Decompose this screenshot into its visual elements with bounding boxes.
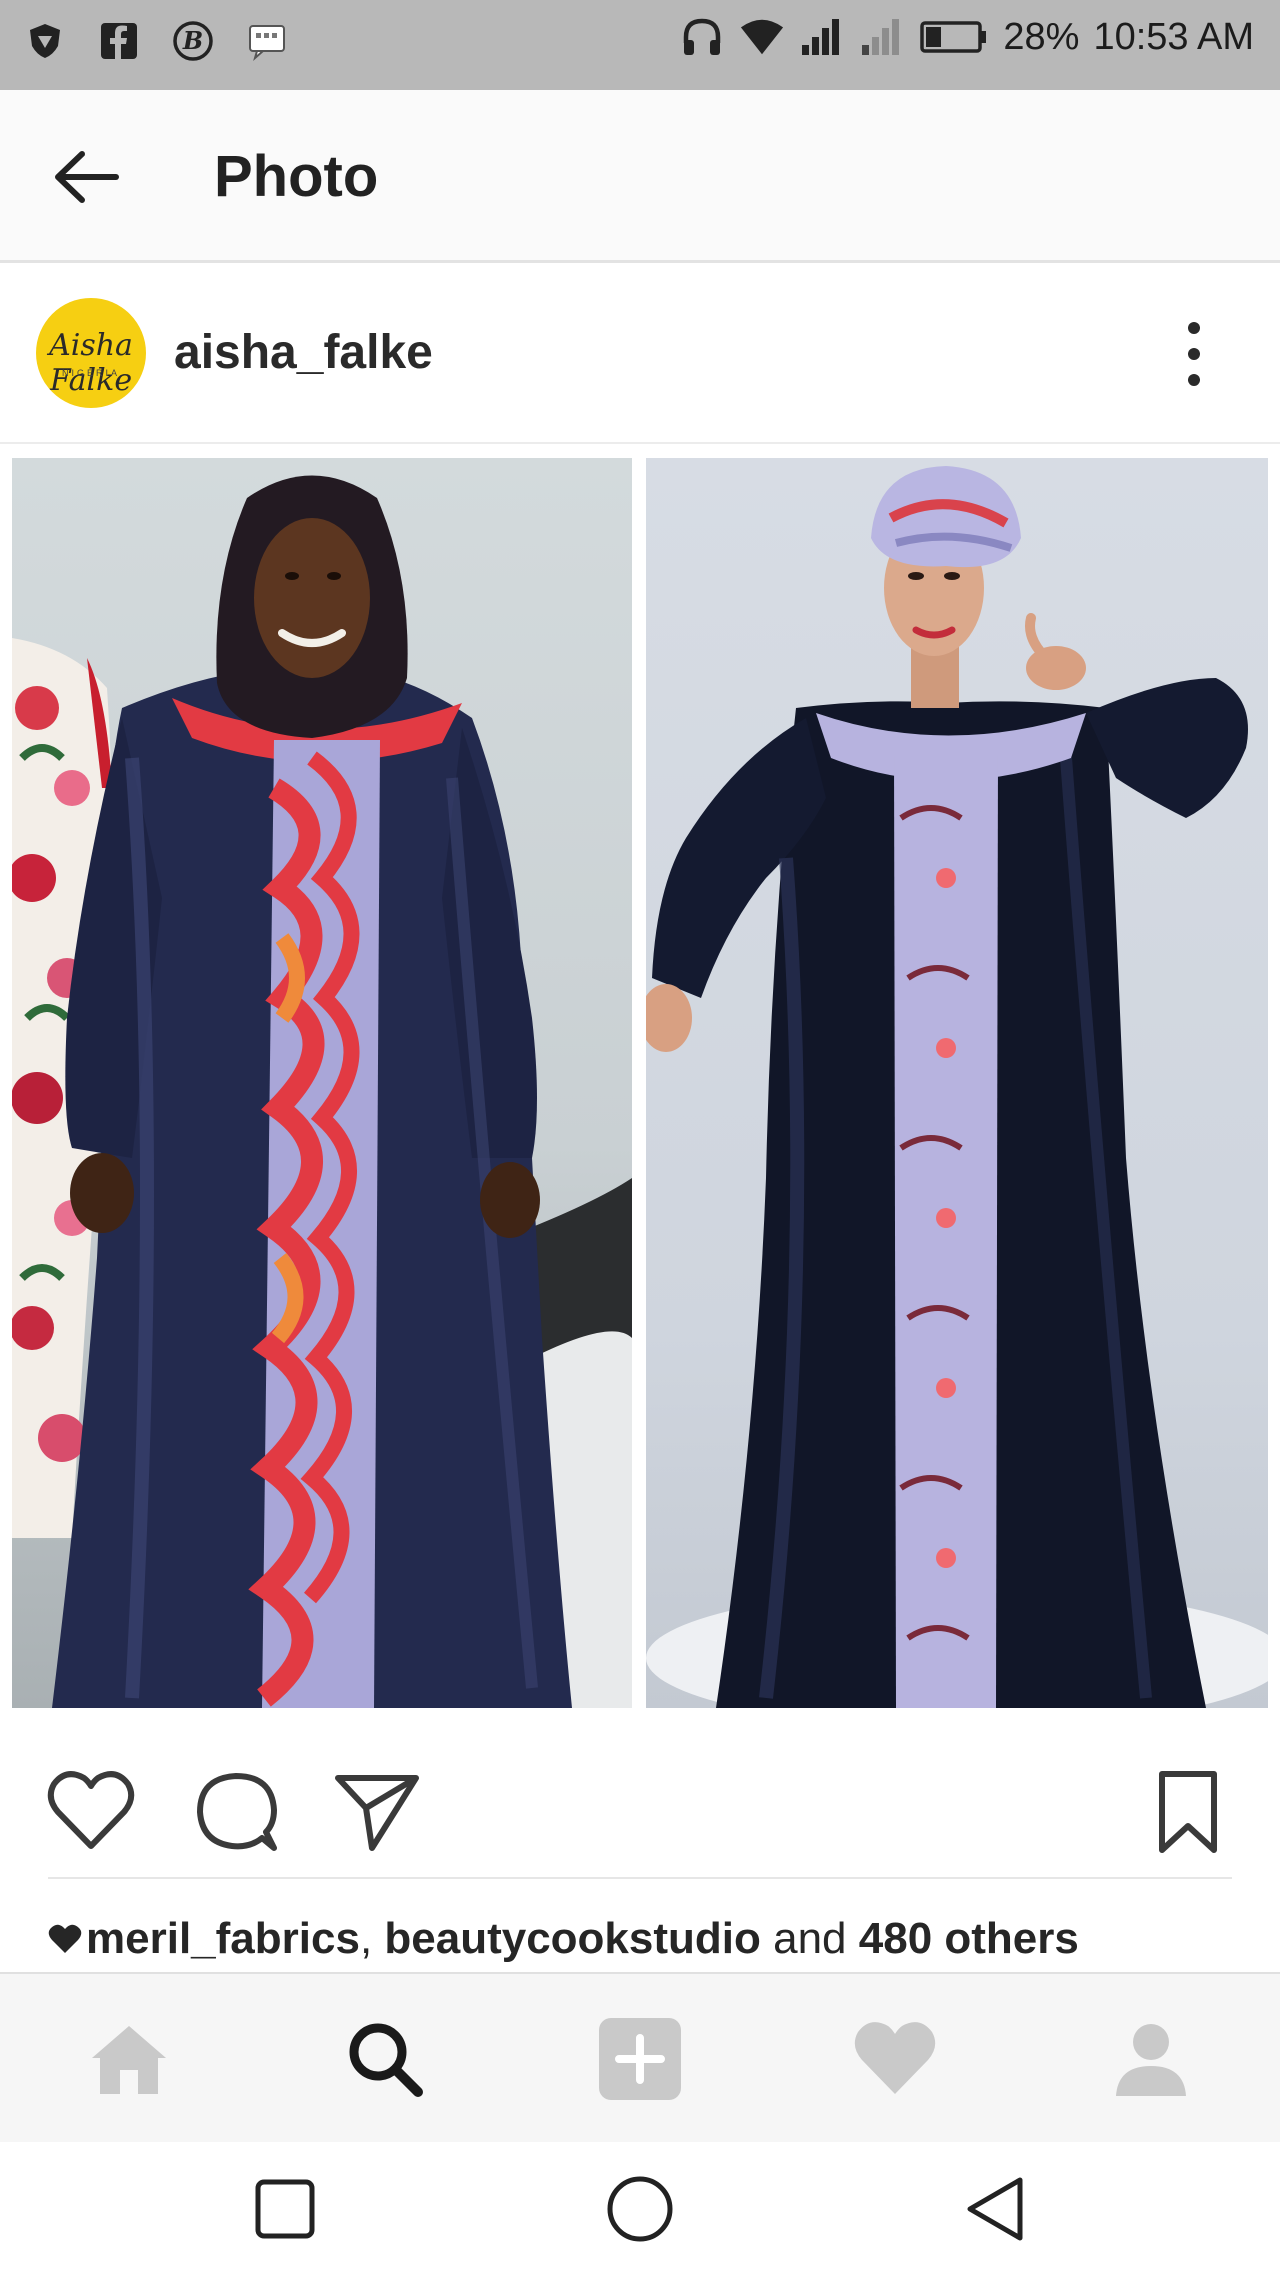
status-right: 28% 10:53 AM bbox=[679, 14, 1254, 60]
liker-1[interactable]: meril_fabrics bbox=[86, 1914, 360, 1963]
app-bar: Photo bbox=[0, 90, 1280, 263]
likes-others[interactable]: 480 others bbox=[859, 1914, 1079, 1963]
battery-percent: 28% bbox=[1003, 15, 1080, 58]
avatar-logo-sub: NIGERIA bbox=[61, 368, 120, 378]
page-title: Photo bbox=[214, 144, 379, 209]
photo-panel-right bbox=[646, 458, 1268, 1708]
avatar[interactable]: Aisha Falke NIGERIA bbox=[36, 298, 146, 408]
post-photo[interactable] bbox=[0, 448, 1280, 1718]
actions-divider bbox=[48, 1877, 1232, 1879]
svg-text:B: B bbox=[182, 26, 203, 55]
search-icon[interactable] bbox=[340, 2014, 430, 2104]
clock: 10:53 AM bbox=[1093, 15, 1254, 58]
recents-icon[interactable] bbox=[250, 2174, 320, 2244]
bbm-icon: B bbox=[170, 18, 216, 64]
back-triangle-icon[interactable] bbox=[960, 2174, 1030, 2244]
post-actions bbox=[0, 1718, 1280, 1878]
shield-icon bbox=[22, 18, 68, 64]
wifi-icon bbox=[739, 14, 785, 60]
activity-heart-icon[interactable] bbox=[850, 2014, 940, 2104]
post-username[interactable]: aisha_falke bbox=[174, 318, 433, 388]
home-circle-icon[interactable] bbox=[605, 2174, 675, 2244]
headphones-icon bbox=[679, 14, 725, 60]
add-icon[interactable] bbox=[595, 2014, 685, 2104]
likes-separator: , bbox=[359, 1914, 385, 1963]
battery-icon bbox=[919, 14, 989, 60]
small-heart-icon bbox=[48, 1908, 86, 1974]
post-header: Aisha Falke NIGERIA aisha_falke bbox=[0, 266, 1280, 444]
photo-panel-left bbox=[12, 458, 632, 1708]
signal-icon bbox=[799, 14, 845, 60]
home-icon[interactable] bbox=[84, 2014, 174, 2104]
back-arrow-icon[interactable] bbox=[46, 140, 126, 214]
comment-icon[interactable] bbox=[192, 1766, 282, 1856]
signal-weak-icon bbox=[859, 14, 905, 60]
bookmark-icon[interactable] bbox=[1148, 1766, 1238, 1856]
heart-icon[interactable] bbox=[46, 1766, 136, 1856]
avatar-logo: Aisha Falke bbox=[49, 328, 133, 398]
likes-summary[interactable]: meril_fabrics, beautycookstudio and 480 … bbox=[48, 1906, 1079, 1974]
status-bar: B 28% 10:53 AM bbox=[0, 0, 1280, 90]
facebook-icon bbox=[96, 18, 142, 64]
bottom-nav bbox=[0, 1972, 1280, 2144]
chat-icon bbox=[244, 18, 290, 64]
status-left-icons: B bbox=[22, 18, 290, 64]
system-nav-bar bbox=[0, 2142, 1280, 2277]
profile-icon[interactable] bbox=[1106, 2014, 1196, 2104]
more-options-icon[interactable] bbox=[1178, 316, 1210, 392]
liker-2[interactable]: beautycookstudio bbox=[384, 1914, 761, 1963]
likes-and: and bbox=[760, 1914, 859, 1963]
share-icon[interactable] bbox=[332, 1766, 422, 1856]
